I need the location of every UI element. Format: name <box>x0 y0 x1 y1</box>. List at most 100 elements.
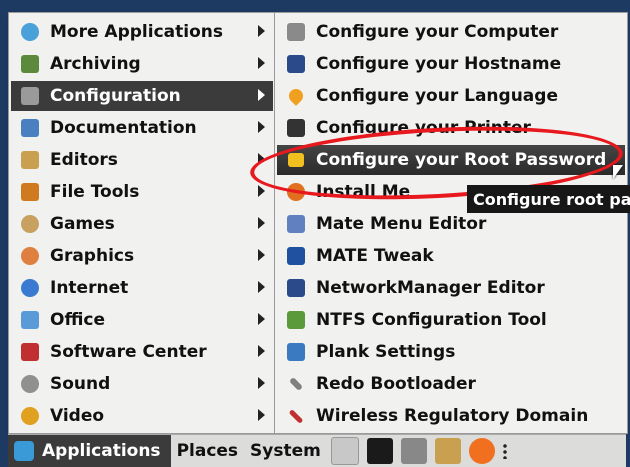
menu-item-label: File Tools <box>50 182 140 202</box>
configuration-icon <box>19 85 41 107</box>
menu-item-software-center[interactable]: Software Center <box>11 337 273 367</box>
menu-item-label: Archiving <box>50 54 141 74</box>
menu-item-label: Configuration <box>50 86 181 106</box>
install-icon <box>285 181 307 203</box>
mixer-icon[interactable] <box>400 438 427 464</box>
menu-item-ntfs-configuration-tool[interactable]: NTFS Configuration Tool <box>277 305 625 335</box>
video-icon <box>19 405 41 427</box>
tools-icon <box>285 405 307 427</box>
chevron-right-icon <box>258 377 265 389</box>
internet-icon <box>19 277 41 299</box>
menu-item-configure-printer[interactable]: Configure your Printer <box>277 113 625 143</box>
terminal-icon[interactable] <box>366 438 393 464</box>
menu-item-configure-root-password[interactable]: Configure your Root Password <box>277 145 625 175</box>
editor-icon <box>19 149 41 171</box>
menu-item-label: NetworkManager Editor <box>316 278 545 298</box>
menu-item-internet[interactable]: Internet <box>11 273 273 303</box>
archive-icon <box>19 53 41 75</box>
applications-menu-button[interactable]: Applications <box>8 435 171 467</box>
menu-item-video[interactable]: Video <box>11 401 273 431</box>
file-manager-icon[interactable] <box>330 437 359 465</box>
menu-item-label: Editors <box>50 150 118 170</box>
menu-item-label: Wireless Regulatory Domain <box>316 406 589 426</box>
documentation-icon <box>19 117 41 139</box>
menu-item-configure-computer[interactable]: Configure your Computer <box>277 17 625 47</box>
firefox-icon[interactable] <box>468 438 495 464</box>
menu-item-file-tools[interactable]: File Tools <box>11 177 273 207</box>
graphics-icon <box>19 245 41 267</box>
file-tools-icon <box>19 181 41 203</box>
menu-item-label: Configure your Root Password <box>316 150 607 170</box>
network-icon <box>285 277 307 299</box>
more-applications-icon <box>19 21 41 43</box>
system-menu-button[interactable]: System <box>244 435 327 467</box>
chevron-right-icon <box>258 153 265 165</box>
menu-item-documentation[interactable]: Documentation <box>11 113 273 143</box>
menu-item-label: Software Center <box>50 342 207 362</box>
plank-icon <box>285 341 307 363</box>
printer-icon <box>285 117 307 139</box>
menu-item-label: Plank Settings <box>316 342 456 362</box>
ntfs-icon <box>285 309 307 331</box>
wrench-icon <box>285 373 307 395</box>
tooltip: Configure root pas <box>467 185 630 213</box>
chevron-right-icon <box>258 25 265 37</box>
menu-item-label: More Applications <box>50 22 223 42</box>
menu-item-label: Configure your Printer <box>316 118 531 138</box>
menu-item-label: Office <box>50 310 106 330</box>
configuration-submenu: Configure your Computer Configure your H… <box>274 12 628 434</box>
chevron-right-icon <box>258 249 265 261</box>
menu-item-label: Video <box>50 406 105 426</box>
menu-item-mate-menu-editor[interactable]: Mate Menu Editor <box>277 209 625 239</box>
chevron-right-icon <box>258 121 265 133</box>
menu-item-label: Documentation <box>50 118 197 138</box>
menu-item-label: Games <box>50 214 115 234</box>
menu-item-redo-bootloader[interactable]: Redo Bootloader <box>277 369 625 399</box>
hostname-icon <box>285 53 307 75</box>
menu-item-label: Graphics <box>50 246 135 266</box>
categories-menu: More Applications Archiving Configuratio… <box>8 12 276 434</box>
menu-item-office[interactable]: Office <box>11 305 273 335</box>
menu-item-label: Install Me <box>316 182 411 202</box>
menu-item-networkmanager-editor[interactable]: NetworkManager Editor <box>277 273 625 303</box>
places-menu-button[interactable]: Places <box>171 435 244 467</box>
files-icon[interactable] <box>434 438 461 464</box>
menu-item-plank-settings[interactable]: Plank Settings <box>277 337 625 367</box>
menu-item-sound[interactable]: Sound <box>11 369 273 399</box>
menu-item-archiving[interactable]: Archiving <box>11 49 273 79</box>
mouse-cursor-icon <box>613 165 623 179</box>
tweak-icon <box>285 245 307 267</box>
menu-editor-icon <box>285 213 307 235</box>
applications-icon <box>14 441 34 461</box>
menu-item-label: Configure your Language <box>316 86 558 106</box>
menu-item-editors[interactable]: Editors <box>11 145 273 175</box>
chevron-right-icon <box>258 217 265 229</box>
menu-item-label: Internet <box>50 278 129 298</box>
location-pin-icon <box>285 85 307 107</box>
software-center-icon <box>19 341 41 363</box>
menu-item-more-applications[interactable]: More Applications <box>11 17 273 47</box>
chevron-right-icon <box>258 345 265 357</box>
menu-item-label: MATE Tweak <box>316 246 434 266</box>
menu-item-configure-language[interactable]: Configure your Language <box>277 81 625 111</box>
menu-item-configure-hostname[interactable]: Configure your Hostname <box>277 49 625 79</box>
menu-item-wireless-regulatory-domain[interactable]: Wireless Regulatory Domain <box>277 401 625 431</box>
bottom-panel: Applications Places System <box>8 434 626 467</box>
sound-icon <box>19 373 41 395</box>
menu-item-label: Redo Bootloader <box>316 374 476 394</box>
chevron-right-icon <box>258 409 265 421</box>
menu-item-configuration[interactable]: Configuration <box>11 81 273 111</box>
chevron-right-icon <box>258 89 265 101</box>
menu-item-mate-tweak[interactable]: MATE Tweak <box>277 241 625 271</box>
chevron-right-icon <box>258 185 265 197</box>
menu-item-games[interactable]: Games <box>11 209 273 239</box>
chevron-right-icon <box>258 281 265 293</box>
menu-item-label: NTFS Configuration Tool <box>316 310 547 330</box>
menu-item-graphics[interactable]: Graphics <box>11 241 273 271</box>
menu-item-label: Configure your Computer <box>316 22 559 42</box>
games-icon <box>19 213 41 235</box>
chevron-right-icon <box>258 313 265 325</box>
computer-config-icon <box>285 21 307 43</box>
more-options-icon[interactable] <box>502 443 507 459</box>
chevron-right-icon <box>258 57 265 69</box>
